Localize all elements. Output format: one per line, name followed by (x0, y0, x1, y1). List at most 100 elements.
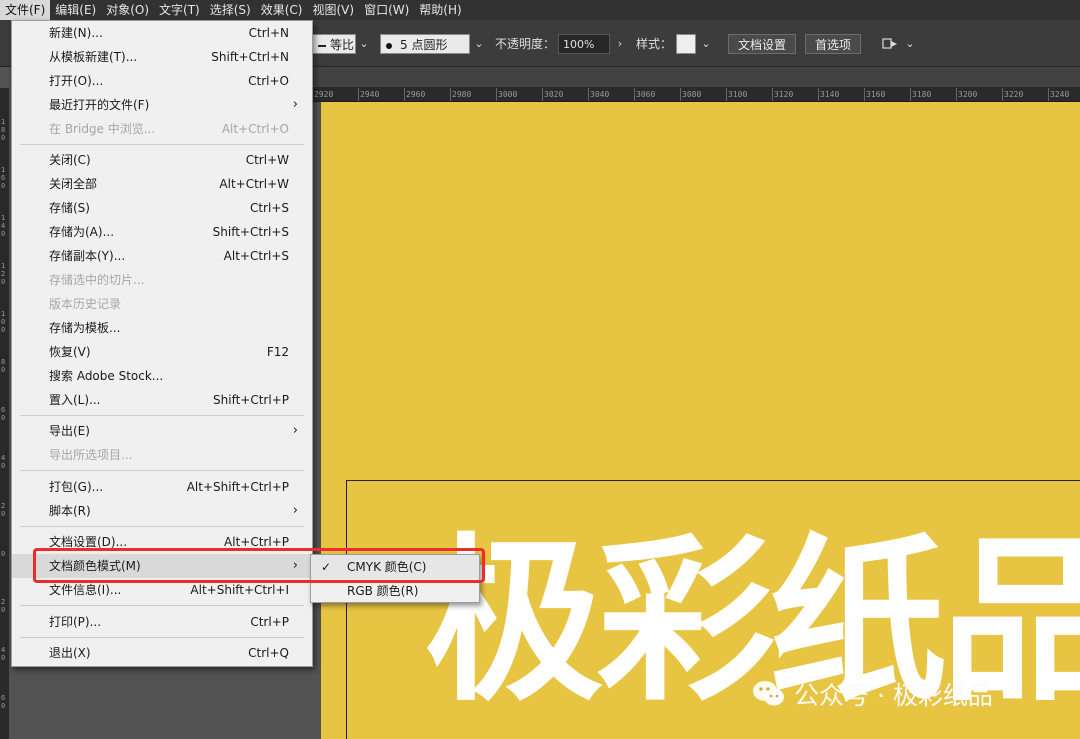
menu-item-save-copy[interactable]: 存储副本(Y)... Alt+Ctrl+S (12, 244, 312, 268)
menu-item-new[interactable]: 新建(N)... Ctrl+N (12, 21, 312, 45)
ruler-tick-label: 1 4 0 (1, 214, 6, 238)
shortcut-label: Ctrl+S (249, 201, 289, 215)
brush-label: 5 点圆形 (400, 38, 448, 52)
menu-select[interactable]: 选择(S) (205, 0, 256, 20)
menu-item-label: 打包(G)... (49, 480, 104, 494)
shortcut-label: Ctrl+Q (248, 646, 289, 660)
shortcut-label: Shift+Ctrl+N (211, 50, 289, 64)
stroke-profile-dash (318, 44, 326, 47)
menu-item-label: 搜索 Adobe Stock... (49, 369, 164, 383)
menu-item-search-adobe-stock[interactable]: 搜索 Adobe Stock... (12, 364, 312, 388)
ruler-tick-mark (1002, 88, 1003, 101)
menu-item-label: 存储副本(Y)... (49, 249, 126, 263)
menu-item-save[interactable]: 存储(S) Ctrl+S (12, 196, 312, 220)
opacity-input[interactable]: 100% (558, 34, 610, 54)
ruler-tick-label: 1 2 0 (1, 262, 6, 286)
menu-item-place[interactable]: 置入(L)... Shift+Ctrl+P (12, 388, 312, 412)
chevron-down-icon[interactable]: ⌄ (699, 34, 713, 54)
chevron-right-icon[interactable]: › (613, 34, 627, 54)
menu-item-export[interactable]: 导出(E) › (12, 419, 312, 443)
ruler-tick-mark (818, 88, 819, 101)
menu-item-close-all[interactable]: 关闭全部 Alt+Ctrl+W (12, 172, 312, 196)
menu-item-save-selected-slices: 存储选中的切片... (12, 268, 312, 292)
chevron-down-icon[interactable]: ⌄ (903, 34, 917, 54)
menu-item-label: 最近打开的文件(F) (49, 98, 150, 112)
menu-edit[interactable]: 编辑(E) (50, 0, 101, 20)
menu-item-label: 恢复(V) (49, 345, 91, 359)
arrange-icon[interactable] (882, 34, 898, 54)
watermark: 公众号 · 极彩纸品 (752, 676, 993, 712)
ruler-tick-mark (358, 88, 359, 101)
ruler-tick-label: 3060 (636, 90, 656, 99)
watermark-text: 公众号 · 极彩纸品 (794, 681, 993, 710)
menu-item-label: 打开(O)... (49, 74, 104, 88)
ruler-tick-mark (910, 88, 911, 101)
ruler-tick-label: 3140 (820, 90, 840, 99)
highlight-annotation (33, 548, 485, 583)
menu-item-label: 存储为模板... (49, 321, 121, 335)
ruler-tick-label: 2 0 (1, 598, 6, 614)
shortcut-label: Alt+Shift+Ctrl+P (186, 480, 289, 494)
vertical-ruler[interactable]: 1 8 0 1 6 0 1 4 0 1 2 0 1 0 0 8 0 6 0 4 0 2 0 0 2 … (0, 88, 9, 739)
style-swatch[interactable] (676, 34, 696, 54)
menu-separator (20, 605, 304, 606)
shortcut-label: Ctrl+N (248, 26, 289, 40)
ruler-tick-label: 4 0 (1, 646, 6, 662)
chevron-right-icon: › (292, 97, 298, 112)
menu-help[interactable]: 帮助(H) (414, 0, 466, 20)
shortcut-label: Shift+Ctrl+S (212, 225, 289, 239)
ruler-tick-label: 2 0 (1, 502, 6, 518)
menu-item-scripts[interactable]: 脚本(R) › (12, 499, 312, 523)
menu-item-open-recent[interactable]: 最近打开的文件(F) › (12, 93, 312, 117)
menu-item-label: 新建(N)... (49, 26, 103, 40)
menu-item-close[interactable]: 关闭(C) Ctrl+W (12, 148, 312, 172)
ruler-tick-label: 4 0 (1, 454, 6, 470)
menu-item-save-as[interactable]: 存储为(A)... Shift+Ctrl+S (12, 220, 312, 244)
menu-item-print[interactable]: 打印(P)... Ctrl+P (12, 610, 312, 634)
ruler-tick-label: 3020 (544, 90, 564, 99)
document-tab-strip (312, 67, 1080, 88)
menu-object[interactable]: 对象(O) (101, 0, 154, 20)
menu-file[interactable]: 文件(F) (0, 0, 51, 20)
chevron-down-icon[interactable]: ⌄ (472, 34, 486, 54)
ruler-tick-label: 2960 (406, 90, 426, 99)
menu-window[interactable]: 窗口(W) (359, 0, 414, 20)
chevron-right-icon: › (292, 423, 298, 438)
ruler-tick-label: 3240 (1050, 90, 1070, 99)
stroke-profile-select[interactable]: 等比 (312, 34, 356, 54)
document-setup-button[interactable]: 文档设置 (728, 34, 797, 54)
ruler-tick-mark (956, 88, 957, 101)
shortcut-label: F12 (266, 345, 289, 359)
shortcut-label: Shift+Ctrl+P (213, 393, 289, 407)
ruler-tick-label: 3220 (1004, 90, 1024, 99)
ruler-tick-mark (772, 88, 773, 101)
brush-select[interactable]: 5 点圆形 (380, 34, 470, 54)
menu-item-label: 关闭全部 (49, 177, 98, 191)
menu-item-open[interactable]: 打开(O)... Ctrl+O (12, 69, 312, 93)
ruler-tick-label: 8 0 (1, 358, 6, 374)
menu-item-exit[interactable]: 退出(X) Ctrl+Q (12, 641, 312, 665)
menu-separator (20, 637, 304, 638)
menu-item-label: 打印(P)... (49, 615, 102, 629)
preferences-button[interactable]: 首选项 (805, 34, 862, 54)
ruler-tick-mark (864, 88, 865, 101)
menu-item-save-as-template[interactable]: 存储为模板... (12, 316, 312, 340)
ruler-tick-label: 6 0 (1, 694, 6, 710)
chevron-down-icon[interactable]: ⌄ (357, 34, 371, 54)
ruler-tick-mark (542, 88, 543, 101)
ruler-tick-label: 6 0 (1, 406, 6, 422)
menu-item-new-from-template[interactable]: 从模板新建(T)... Shift+Ctrl+N (12, 45, 312, 69)
menu-type[interactable]: 文字(T) (154, 0, 205, 20)
menu-item-package[interactable]: 打包(G)... Alt+Shift+Ctrl+P (12, 475, 312, 499)
menu-item-label: 存储(S) (49, 201, 90, 215)
menu-effect[interactable]: 效果(C) (256, 0, 308, 20)
menu-item-revert[interactable]: 恢复(V) F12 (12, 340, 312, 364)
ruler-tick-label: 3100 (728, 90, 748, 99)
opacity-label: 不透明度： (495, 37, 556, 51)
ruler-tick-mark (450, 88, 451, 101)
horizontal-ruler[interactable]: 2920 2940 2960 2980 3000 3020 3040 3060 3080 3100… (312, 88, 1080, 102)
ruler-tick-label: 2920 (314, 90, 334, 99)
menu-view[interactable]: 视图(V) (307, 0, 359, 20)
ruler-tick-label: 0 (1, 550, 6, 558)
menu-separator (20, 415, 304, 416)
